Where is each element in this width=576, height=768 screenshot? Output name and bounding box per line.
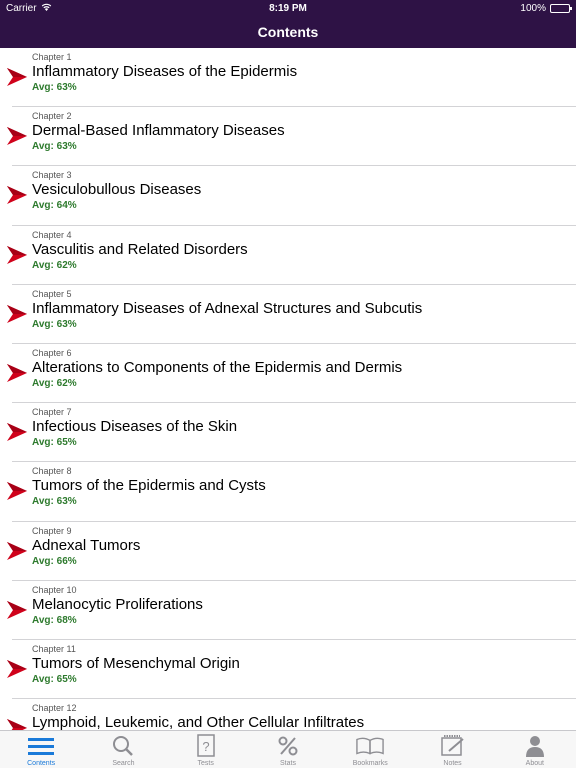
chapter-row[interactable]: Chapter 7 Infectious Diseases of the Skin… (0, 403, 576, 463)
battery-icon (550, 4, 572, 13)
open-book-icon (356, 734, 385, 758)
chapter-list[interactable]: Chapter 1 Inflammatory Diseases of the Ep… (0, 48, 576, 730)
chapter-row[interactable]: Chapter 12 Lymphoid, Leukemic, and Other … (0, 699, 576, 730)
chapter-average: Avg: 68% (32, 614, 77, 626)
chapter-title: Tumors of Mesenchymal Origin (32, 654, 240, 672)
chevron-arrow-icon (7, 541, 27, 560)
percent-icon (274, 734, 302, 758)
tab-label: Stats (280, 760, 296, 767)
chapter-title: Lymphoid, Leukemic, and Other Cellular I… (32, 714, 365, 730)
chapter-number: Chapter 9 (32, 525, 72, 536)
chapter-number: Chapter 12 (32, 703, 77, 714)
chapter-row[interactable]: Chapter 2 Dermal-Based Inflammatory Disea… (0, 107, 576, 167)
chevron-arrow-icon (7, 600, 27, 619)
chevron-arrow-icon (7, 245, 27, 264)
chapter-average: Avg: 63% (32, 141, 77, 153)
tab-search[interactable]: Search (82, 731, 164, 768)
chapter-row[interactable]: Chapter 5 Inflammatory Diseases of Adnexa… (0, 285, 576, 345)
chapter-row[interactable]: Chapter 4 Vasculitis and Related Disorder… (0, 226, 576, 285)
chapter-average: Avg: 65% (32, 437, 77, 449)
notepad-icon (439, 734, 467, 758)
chapter-average: Avg: 63% (32, 318, 77, 330)
tab-label: Bookmarks (352, 760, 388, 767)
chapter-number: Chapter 5 (32, 288, 72, 299)
chapter-title: Vesiculobullous Diseases (32, 181, 202, 199)
nav-bar: Contents (0, 17, 576, 48)
chapter-row[interactable]: Chapter 1 Inflammatory Diseases of the Ep… (0, 48, 576, 108)
chapter-number: Chapter 11 (32, 643, 76, 654)
status-bar: Carrier 8:19 PM 100% (0, 0, 576, 17)
chapter-title: Inflammatory Diseases of the Epidermis (32, 63, 298, 80)
chapter-number: Chapter 10 (32, 584, 77, 595)
question-page-icon: ? (192, 734, 220, 758)
chapter-average: Avg: 62% (32, 259, 77, 271)
list-icon (27, 734, 55, 758)
chapter-title: Alterations to Components of the Epiderm… (32, 358, 403, 376)
chapter-title: Tumors of the Epidermis and Cysts (32, 477, 266, 495)
page-title: Contents (257, 24, 319, 40)
tab-bar: Contents Search? Tests Stats Bookmarks Notes A… (0, 730, 576, 768)
chapter-row[interactable]: Chapter 9 Adnexal Tumors Avg: 66% (0, 522, 576, 581)
chapter-average: Avg: 63% (32, 82, 77, 93)
chapter-row[interactable]: Chapter 3 Vesiculobullous Diseases Avg: 64… (0, 166, 576, 226)
chapter-row[interactable]: Chapter 8 Tumors of the Epidermis and Cys… (0, 462, 576, 522)
chapter-title: Adnexal Tumors (32, 536, 141, 554)
person-icon (521, 734, 549, 758)
tab-about[interactable]: About (494, 731, 576, 768)
chapter-average: Avg: 63% (32, 496, 77, 508)
tab-stats[interactable]: Stats (247, 731, 329, 768)
chapter-title: Vasculitis and Related Disorders (32, 240, 248, 258)
chevron-arrow-icon (7, 659, 27, 678)
chevron-arrow-icon (7, 719, 27, 730)
chapter-number: Chapter 3 (32, 170, 72, 181)
tab-label: Notes (443, 760, 462, 767)
chapter-average: Avg: 62% (32, 377, 77, 389)
chevron-arrow-icon (7, 68, 27, 86)
chevron-arrow-icon (7, 482, 27, 501)
chapter-title: Melanocytic Proliferations (32, 595, 203, 613)
tab-tests[interactable]: ? Tests (165, 731, 247, 768)
chevron-arrow-icon (7, 423, 27, 442)
chapter-title: Infectious Diseases of the Skin (32, 418, 238, 436)
chapter-number: Chapter 7 (32, 407, 72, 418)
magnifier-icon (109, 734, 137, 758)
chapter-average: Avg: 64% (32, 200, 77, 212)
chevron-arrow-icon (7, 186, 27, 205)
chapter-row[interactable]: Chapter 6 Alterations to Components of th… (0, 344, 576, 404)
chapter-number: Chapter 1 (32, 52, 72, 62)
tab-label: Search (112, 760, 135, 767)
chapter-row[interactable]: Chapter 11 Tumors of Mesenchymal Origin Av… (0, 640, 576, 700)
chapter-title: Dermal-Based Inflammatory Diseases (32, 122, 285, 140)
chapter-title: Inflammatory Diseases of Adnexal Structu… (32, 299, 423, 317)
chevron-arrow-icon (7, 304, 27, 323)
tab-label: Tests (197, 760, 214, 767)
chapter-number: Chapter 4 (32, 229, 72, 240)
chevron-arrow-icon (7, 363, 27, 382)
chapter-average: Avg: 65% (32, 673, 77, 685)
tab-label: Contents (27, 760, 56, 767)
chapter-number: Chapter 6 (32, 347, 72, 358)
chapter-row[interactable]: Chapter 10 Melanocytic Proliferations Avg:… (0, 581, 576, 641)
status-time: 8:19 PM (269, 3, 307, 14)
tab-notes[interactable]: Notes (411, 731, 493, 768)
tab-bookmarks[interactable]: Bookmarks (329, 731, 411, 768)
chapter-average: Avg: 66% (32, 555, 77, 567)
tab-label: About (525, 760, 544, 767)
svg-text:?: ? (202, 739, 209, 754)
chapter-number: Chapter 8 (32, 466, 72, 477)
tab-contents[interactable]: Contents (0, 731, 82, 768)
chapter-number: Chapter 2 (32, 111, 72, 122)
chevron-arrow-icon (7, 127, 27, 146)
